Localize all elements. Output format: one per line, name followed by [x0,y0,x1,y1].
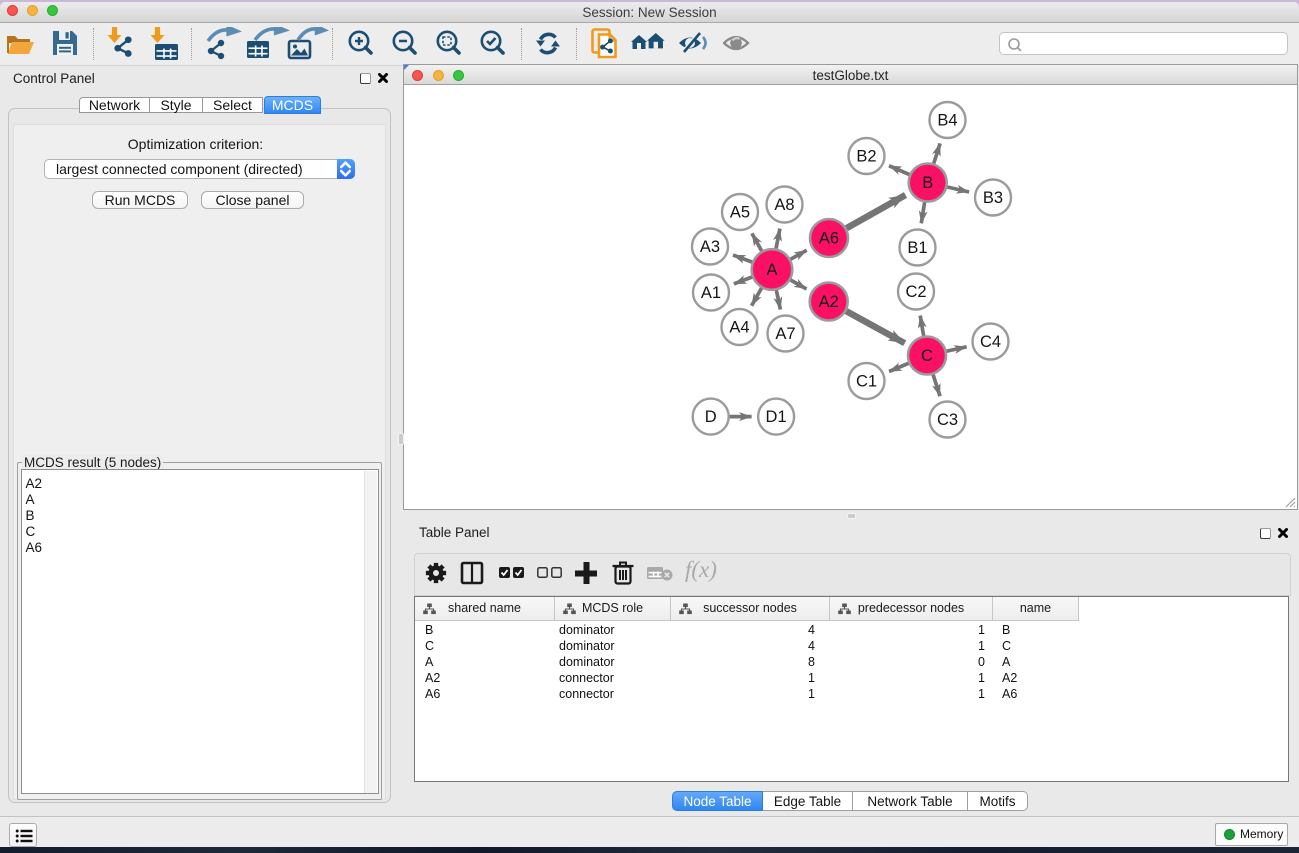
svg-text:A: A [766,261,777,279]
svg-text:A8: A8 [774,196,794,214]
svg-text:A2: A2 [819,293,839,311]
svg-text:D1: D1 [766,408,787,426]
svg-text:C4: C4 [980,333,1001,351]
svg-text:C2: C2 [905,283,926,301]
svg-text:B3: B3 [983,189,1003,207]
svg-text:A7: A7 [775,325,795,343]
svg-text:D: D [705,408,717,426]
svg-text:C: C [921,347,933,365]
svg-text:B2: B2 [856,148,876,166]
svg-text:A3: A3 [700,238,720,256]
svg-text:A5: A5 [730,204,750,222]
svg-text:C3: C3 [937,411,958,429]
svg-text:A4: A4 [729,319,749,337]
svg-text:B1: B1 [907,239,927,257]
svg-text:B: B [922,174,933,192]
svg-text:A1: A1 [701,284,721,302]
svg-text:C1: C1 [856,373,877,391]
svg-text:B4: B4 [937,112,957,130]
svg-text:A6: A6 [819,230,839,248]
